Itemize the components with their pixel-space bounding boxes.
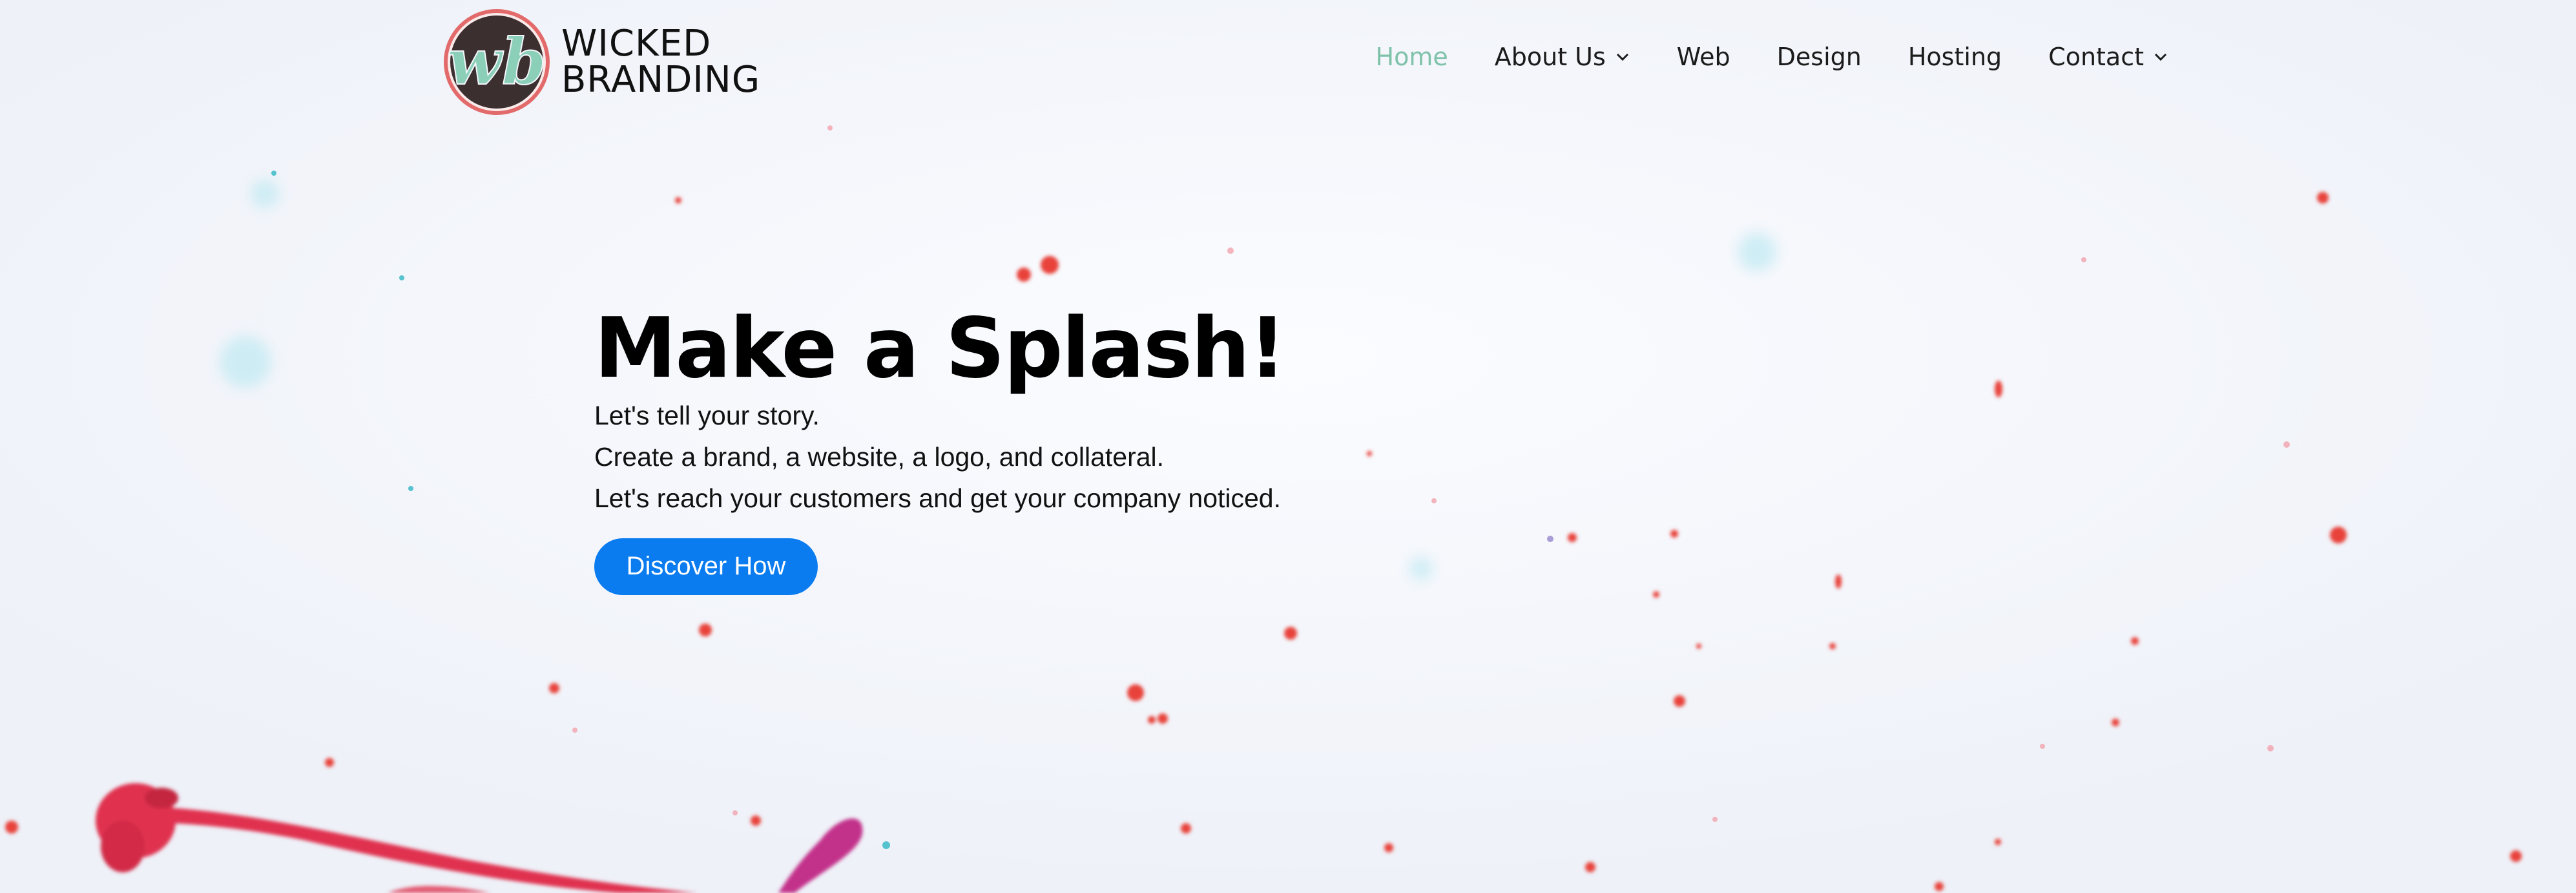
hero-line-3: Let's reach your customers and get your …	[594, 483, 1281, 513]
site-header: wb WICKED BRANDING Home About Us Web Des…	[0, 0, 2576, 123]
nav-item-label: Home	[1375, 43, 1448, 71]
chevron-down-icon	[2154, 53, 2167, 61]
nav-item-label: Contact	[2048, 43, 2144, 71]
main-nav: Home About Us Web Design Hosting Contact	[1376, 43, 2168, 71]
nav-item-contact[interactable]: Contact	[2048, 43, 2168, 71]
chevron-down-icon	[1616, 53, 1628, 61]
nav-item-about-us[interactable]: About Us	[1495, 43, 1630, 71]
nav-item-hosting[interactable]: Hosting	[1908, 43, 2002, 71]
hero-heading: Make a Splash!	[594, 300, 1286, 397]
nav-item-web[interactable]: Web	[1677, 43, 1730, 71]
nav-item-label: Design	[1776, 43, 1862, 71]
hero-line-2: Create a brand, a website, a logo, and c…	[594, 441, 1165, 472]
logo-emblem-icon: wb	[444, 9, 550, 115]
discover-how-button[interactable]: Discover How	[594, 538, 818, 595]
nav-item-home[interactable]: Home	[1376, 43, 1448, 71]
logo-monogram: wb	[448, 25, 546, 100]
nav-item-label: Web	[1676, 43, 1730, 71]
hero-line-1: Let's tell your story.	[594, 400, 820, 430]
logo-line-1: WICKED	[561, 23, 712, 65]
logo-line-2: BRANDING	[561, 59, 761, 101]
logo-wordmark: WICKED BRANDING	[561, 26, 760, 98]
paint-splash-background	[0, 0, 2576, 893]
brand-logo[interactable]: wb WICKED BRANDING	[441, 6, 760, 118]
nav-item-design[interactable]: Design	[1777, 43, 1862, 71]
nav-item-label: About Us	[1494, 43, 1606, 71]
hero-section: Make a Splash! Let's tell your story. Cr…	[594, 300, 1286, 595]
nav-item-label: Hosting	[1907, 43, 2002, 71]
